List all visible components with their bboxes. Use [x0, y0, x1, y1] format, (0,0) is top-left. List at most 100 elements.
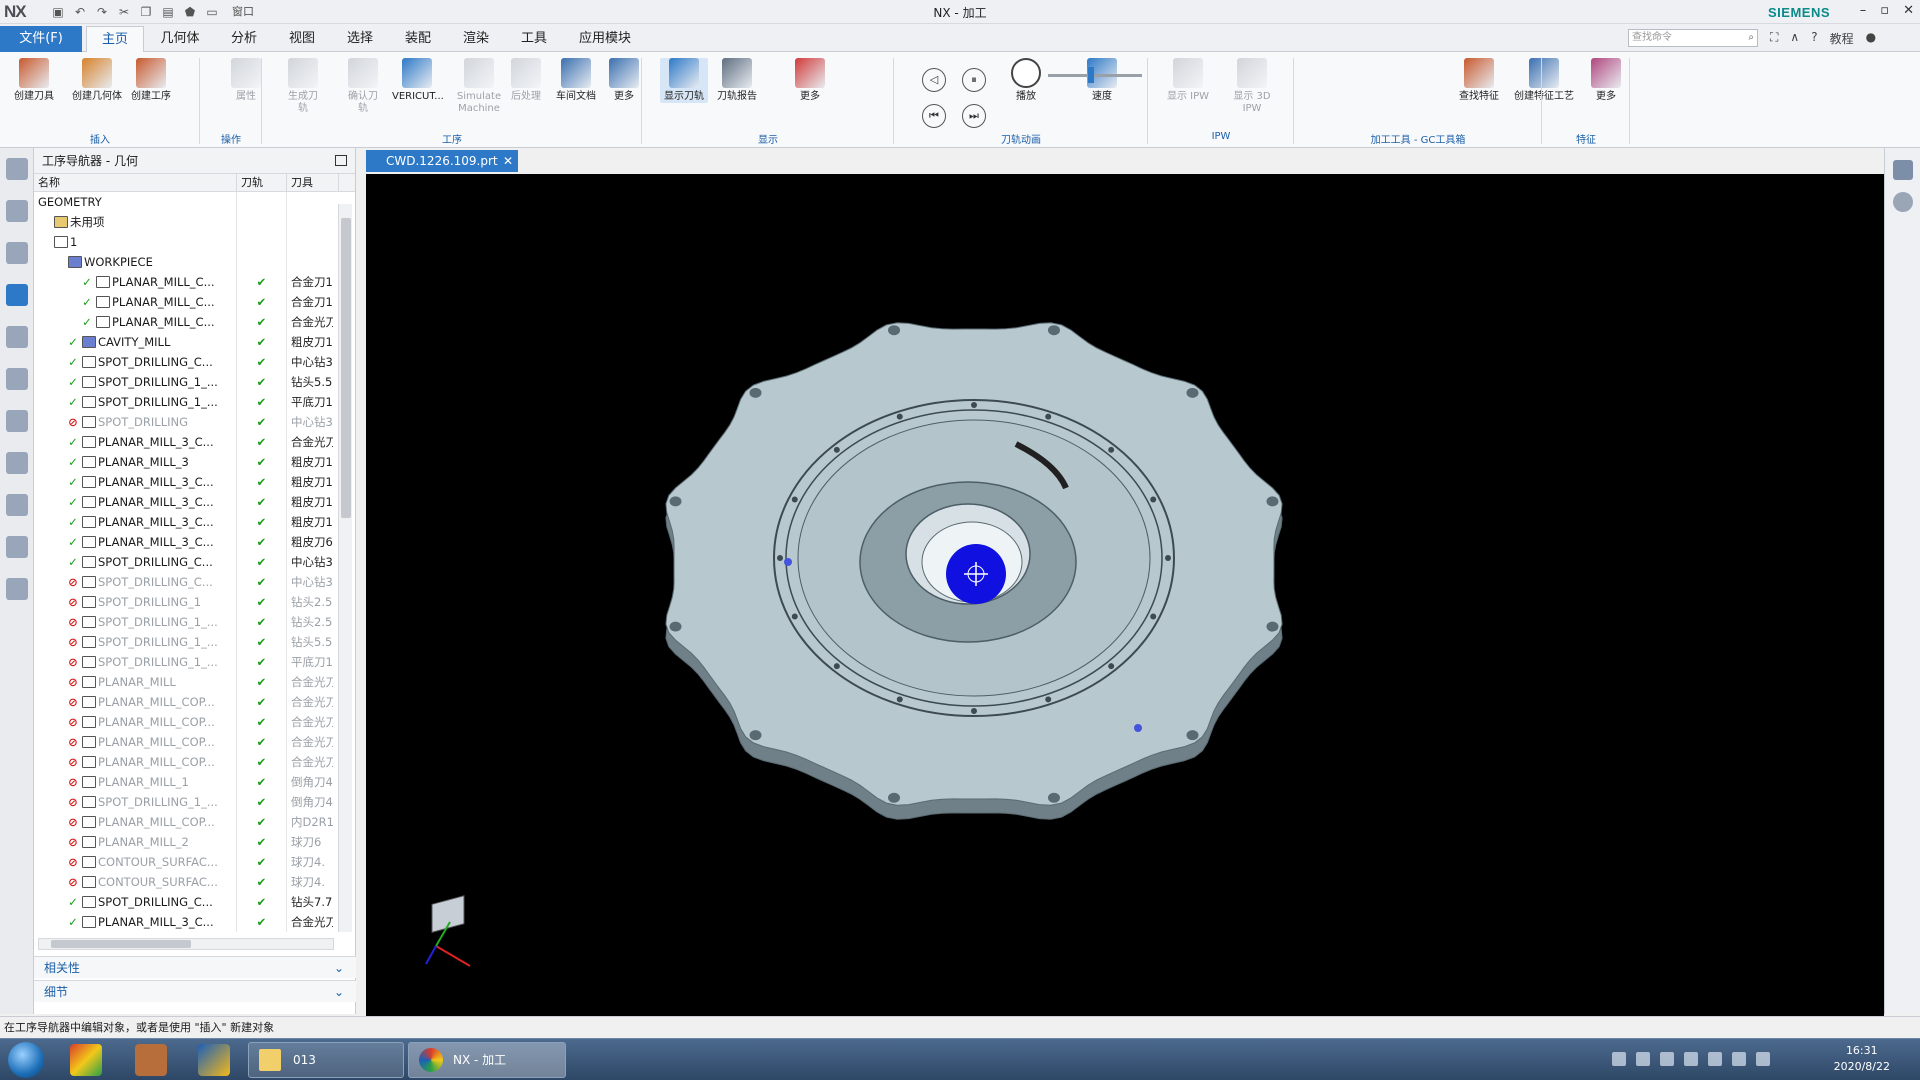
paste-icon[interactable]: ▤ [160, 4, 176, 20]
navigator-row[interactable]: GEOMETRY [34, 192, 355, 212]
history-icon[interactable] [5, 494, 28, 516]
navigator-row[interactable]: ⊘ PLANAR_MILL_2 ✔ 球刀6 [34, 832, 355, 852]
volume-icon[interactable] [1732, 1052, 1746, 1066]
tab-geometry[interactable]: 几何体 [150, 26, 210, 52]
row-name-cell[interactable]: ⊘ PLANAR_MILL [34, 672, 237, 692]
nvidia-icon[interactable] [1708, 1052, 1722, 1066]
web-browser-icon[interactable] [5, 452, 28, 474]
rewind-icon[interactable]: ⏮ [922, 104, 946, 128]
display-ipw-button[interactable]: 显示 IPW [1166, 58, 1210, 103]
create-tool-button[interactable]: 创建刀具 [14, 58, 54, 103]
touch-mode-icon[interactable]: ⬟ [182, 4, 198, 20]
cut-icon[interactable]: ✂ [116, 4, 132, 20]
minimize-button[interactable]: – [1860, 3, 1867, 18]
navigator-row[interactable]: ✓ PLANAR_MILL_3_C... ✔ 粗皮刀1 [34, 492, 355, 512]
chevron-down-icon[interactable]: ⌄ [334, 981, 344, 1003]
find-features-button[interactable]: 查找特征 [1456, 58, 1502, 103]
hide-icon[interactable] [1892, 192, 1913, 212]
row-name-cell[interactable]: GEOMETRY [34, 192, 237, 212]
restore-button[interactable]: ▫ [1880, 3, 1889, 18]
column-header-name[interactable]: 名称 [34, 174, 237, 191]
row-name-cell[interactable]: ⊘ PLANAR_MILL_COP... [34, 752, 237, 772]
row-name-cell[interactable]: ✓ SPOT_DRILLING_1_... [34, 372, 237, 392]
row-name-cell[interactable]: ⊘ SPOT_DRILLING_1_... [34, 612, 237, 632]
close-tab-icon[interactable]: ✕ [503, 150, 513, 172]
row-name-cell[interactable]: ✓ PLANAR_MILL_C... [34, 272, 237, 292]
copy-icon[interactable]: ❐ [138, 4, 154, 20]
navigator-row[interactable]: ✓ SPOT_DRILLING_C... ✔ 中心钻3 [34, 352, 355, 372]
operation-navigator-icon[interactable] [5, 284, 28, 306]
vericut-button[interactable]: VERICUT... [392, 58, 444, 103]
navigator-row[interactable]: ✓ PLANAR_MILL_3 ✔ 粗皮刀1 [34, 452, 355, 472]
bluetooth-icon[interactable] [1660, 1052, 1674, 1066]
speed-slider[interactable] [1048, 67, 1142, 83]
navigator-row[interactable]: ⊘ SPOT_DRILLING_C... ✔ 中心钻3 [34, 572, 355, 592]
tab-applications[interactable]: 应用模块 [566, 26, 644, 52]
navigator-row[interactable]: ✓ PLANAR_MILL_3_C... ✔ 合金光刀 [34, 912, 355, 932]
toolpath-report-button[interactable]: 刀轨报告 [712, 58, 762, 103]
navigator-row[interactable]: ⊘ PLANAR_MILL ✔ 合金光刀 [34, 672, 355, 692]
row-name-cell[interactable]: ✓ CAVITY_MILL [34, 332, 237, 352]
navigator-row[interactable]: ✓ SPOT_DRILLING_1_... ✔ 平底刀1 [34, 392, 355, 412]
navigator-row[interactable]: ⊘ PLANAR_MILL_COP... ✔ 合金光刀 [34, 712, 355, 732]
navigator-row[interactable]: ✓ PLANAR_MILL_C... ✔ 合金刀1 [34, 272, 355, 292]
navigator-row[interactable]: 未用项 [34, 212, 355, 232]
tools-icon[interactable] [1684, 1052, 1698, 1066]
pause-icon[interactable]: ⏸ [962, 68, 986, 92]
navigator-row[interactable]: ⊘ SPOT_DRILLING_1_... ✔ 钻头5.5 [34, 632, 355, 652]
navigator-vertical-scrollbar[interactable] [338, 204, 352, 932]
navigator-row[interactable]: ✓ PLANAR_MILL_3_C... ✔ 粗皮刀1 [34, 512, 355, 532]
reuse-library-icon[interactable] [5, 410, 28, 432]
row-name-cell[interactable]: ✓ PLANAR_MILL_C... [34, 312, 237, 332]
properties-button[interactable]: 属性 [230, 58, 262, 103]
network-icon[interactable] [1636, 1052, 1650, 1066]
relations-panel[interactable]: 相关性 ⌄ [34, 956, 356, 978]
row-name-cell[interactable]: ✓ PLANAR_MILL_C... [34, 292, 237, 312]
navigator-row[interactable]: ⊘ SPOT_DRILLING ✔ 中心钻3 [34, 412, 355, 432]
row-name-cell[interactable]: ✓ PLANAR_MILL_3_C... [34, 472, 237, 492]
row-name-cell[interactable]: ✓ SPOT_DRILLING_1_... [34, 392, 237, 412]
close-button[interactable]: ✕ [1903, 3, 1914, 18]
navigator-row[interactable]: ✓ PLANAR_MILL_3_C... ✔ 粗皮刀1 [34, 472, 355, 492]
navigator-row[interactable]: ⊘ PLANAR_MILL_COP... ✔ 合金光刀 [34, 692, 355, 712]
app-icon[interactable] [198, 1044, 230, 1076]
navigator-row[interactable]: ⊘ SPOT_DRILLING_1_... ✔ 钻头2.5 [34, 612, 355, 632]
navigator-row[interactable]: ✓ SPOT_DRILLING_C... ✔ 中心钻3 [34, 552, 355, 572]
tab-analysis[interactable]: 分析 [214, 26, 274, 52]
navigator-row[interactable]: ⊘ SPOT_DRILLING_1 ✔ 钻头2.5 [34, 592, 355, 612]
tutorial-link[interactable]: 教程 [1830, 30, 1854, 47]
scrollbar-thumb[interactable] [341, 218, 351, 518]
shop-documentation-button[interactable]: 车间文档 [550, 58, 602, 103]
tab-home[interactable]: 主页 [86, 26, 144, 52]
play-button[interactable]: 播放 [1006, 58, 1046, 103]
navigator-row[interactable]: ⊘ PLANAR_MILL_COP... ✔ 内D2R1 [34, 812, 355, 832]
app-icon[interactable] [70, 1044, 102, 1076]
redo-icon[interactable]: ↷ [94, 4, 110, 20]
tab-select[interactable]: 选择 [330, 26, 390, 52]
navigator-row[interactable]: ✓ PLANAR_MILL_C... ✔ 合金光刀 [34, 312, 355, 332]
part-navigator-icon[interactable] [5, 242, 28, 264]
row-name-cell[interactable]: ✓ SPOT_DRILLING_C... [34, 552, 237, 572]
tab-tools[interactable]: 工具 [504, 26, 564, 52]
settings-icon[interactable] [5, 158, 28, 180]
view-triad-icon[interactable] [1892, 160, 1913, 180]
prev-frame-icon[interactable]: ◁ [922, 68, 946, 92]
save-icon[interactable]: ▣ [50, 4, 66, 20]
row-name-cell[interactable]: ✓ PLANAR_MILL_3_C... [34, 532, 237, 552]
generate-toolpath-button[interactable]: 生成刀轨 [284, 58, 322, 115]
taskbar-nx[interactable]: NX - 加工 [408, 1042, 566, 1078]
slider-thumb[interactable] [1088, 67, 1094, 83]
tab-view[interactable]: 视图 [272, 26, 332, 52]
flag-icon[interactable] [1756, 1052, 1770, 1066]
window-icon[interactable]: ▭ [204, 4, 220, 20]
row-name-cell[interactable]: 1 [34, 232, 237, 252]
row-name-cell[interactable]: ⊘ PLANAR_MILL_1 [34, 772, 237, 792]
row-name-cell[interactable]: ⊘ SPOT_DRILLING_C... [34, 572, 237, 592]
row-name-cell[interactable]: ✓ SPOT_DRILLING_C... [34, 892, 237, 912]
navigator-row[interactable]: ✓ PLANAR_MILL_3_C... ✔ 合金光刀 [34, 432, 355, 452]
assembly-navigator-icon[interactable] [5, 200, 28, 222]
navigator-row[interactable]: 1 [34, 232, 355, 252]
row-name-cell[interactable]: ✓ PLANAR_MILL_3 [34, 452, 237, 472]
postprocess-button[interactable]: 后处理 [508, 58, 544, 103]
navigator-row[interactable]: ✓ CAVITY_MILL ✔ 粗皮刀1 [34, 332, 355, 352]
